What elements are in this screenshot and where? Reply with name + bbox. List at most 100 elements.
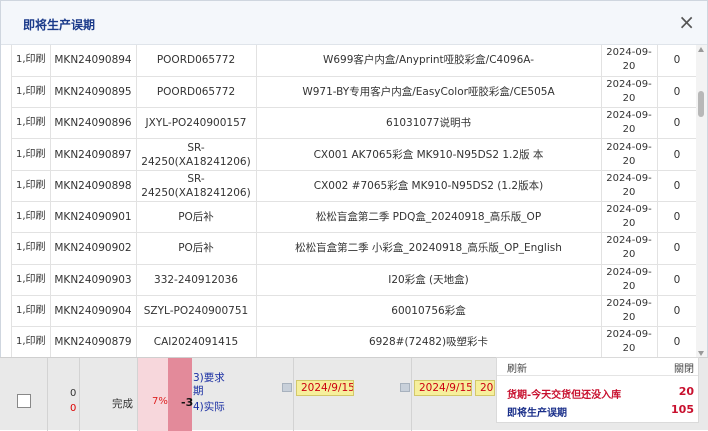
cell-code: MKN24090897 bbox=[50, 138, 137, 171]
notice-item-due-today[interactable]: 货期-今天交货但还没入库 bbox=[507, 386, 621, 401]
date-cell-1 bbox=[236, 358, 294, 431]
table-row[interactable]: 1,印刷 MKN24090903 332-240912036 I20彩盒 (天地盒) 2… bbox=[12, 264, 696, 296]
cell-num: 0 bbox=[657, 107, 696, 140]
cell-qty: 1,印刷 bbox=[12, 264, 51, 296]
percent-cell bbox=[138, 358, 168, 431]
delta-cell bbox=[168, 358, 192, 431]
table-row[interactable]: 1,印刷 MKN24090895 POORD065772 W971-BY专用客户内盒/… bbox=[12, 76, 696, 109]
cell-qty: 1,印刷 bbox=[12, 326, 51, 358]
cell-po: PO后补 bbox=[136, 232, 257, 265]
cell-code: MKN24090904 bbox=[50, 295, 137, 328]
table-body: 1,印刷 MKN24090894 POORD065772 W699客户内盒/Anypr… bbox=[12, 45, 696, 358]
count-a: 0 bbox=[70, 388, 77, 399]
cell-num: 0 bbox=[657, 326, 696, 358]
table-row[interactable]: 1,印刷 MKN24090897 SR-24250(XA18241206) CX001… bbox=[12, 138, 696, 171]
cell-product: W971-BY专用客户内盒/EasyColor哑胶彩盒/CE505A bbox=[256, 76, 602, 109]
close-icon[interactable]: × bbox=[678, 10, 695, 34]
cell-code: MKN24090903 bbox=[50, 264, 137, 296]
cell-date: 2024-09-20 bbox=[601, 232, 658, 265]
cell-po: POORD065772 bbox=[136, 76, 257, 109]
cell-po: PO后补 bbox=[136, 201, 257, 234]
cell-po: 332-240912036 bbox=[136, 264, 257, 296]
cell-code: MKN24090879 bbox=[50, 326, 137, 358]
table-row[interactable]: 1,印刷 MKN24090901 PO后补 松松盲盒第二季 PDQ盒_20240918… bbox=[12, 201, 696, 234]
table-row[interactable]: 1,印刷 MKN24090879 CAI2024091415 6928#(72482)… bbox=[12, 326, 696, 358]
row-checkbox[interactable] bbox=[17, 394, 31, 408]
cell-code: MKN24090898 bbox=[50, 170, 137, 202]
cell-product: CX002 #7065彩盒 MK910-N95DS2 (1.2版本) bbox=[256, 170, 602, 202]
cell-date: 2024-09-20 bbox=[601, 326, 658, 358]
dialog-title: 即将生产误期 bbox=[23, 18, 96, 32]
status-cell bbox=[80, 358, 138, 431]
cell-num: 0 bbox=[657, 138, 696, 171]
refresh-button[interactable]: 刷新 bbox=[507, 360, 527, 375]
cell-po: SR-24250(XA18241206) bbox=[136, 138, 257, 171]
notice-item-production-delay-count: 105 bbox=[671, 403, 694, 416]
table-scroll-area[interactable]: 1,印刷 MKN24090894 POORD065772 W699客户内盒/Anypr… bbox=[11, 45, 696, 358]
cell-date: 2024-09-20 bbox=[601, 295, 658, 328]
cell-date: 2024-09-20 bbox=[601, 107, 658, 140]
notice-item-due-today-count: 20 bbox=[678, 385, 694, 398]
cell-code: MKN24090895 bbox=[50, 76, 137, 109]
dialog-header: 即将生产误期 × bbox=[1, 1, 707, 45]
date-cell-2 bbox=[354, 358, 412, 431]
actual-date-label: 4)实际 bbox=[193, 401, 225, 413]
cell-date: 2024-09-20 bbox=[601, 170, 658, 202]
cell-po: SZYL-PO240900751 bbox=[136, 295, 257, 328]
cell-num: 0 bbox=[657, 45, 696, 77]
table-row[interactable]: 1,印刷 MKN24090902 PO后补 松松盲盒第二季 小彩盒_20240918_… bbox=[12, 232, 696, 265]
cell-qty: 1,印刷 bbox=[12, 295, 51, 328]
cell-qty: 1,印刷 bbox=[12, 138, 51, 171]
table-row[interactable]: 1,印刷 MKN24090894 POORD065772 W699客户内盒/Anypr… bbox=[12, 45, 696, 77]
calendar-icon[interactable] bbox=[400, 383, 410, 392]
cell-date: 2024-09-20 bbox=[601, 45, 658, 77]
cell-date: 2024-09-20 bbox=[601, 264, 658, 296]
cell-qty: 1,印刷 bbox=[12, 170, 51, 202]
table-row[interactable]: 1,印刷 MKN24090904 SZYL-PO240900751 60010756彩… bbox=[12, 295, 696, 328]
cell-num: 0 bbox=[657, 76, 696, 109]
cell-product: 60010756彩盒 bbox=[256, 295, 602, 328]
vertical-scrollbar[interactable] bbox=[696, 45, 707, 358]
cell-product: 61031077说明书 bbox=[256, 107, 602, 140]
date-field-3[interactable]: 20 bbox=[475, 380, 495, 396]
count-b: 0 bbox=[70, 403, 77, 414]
required-date-label: 3)要求期 bbox=[193, 372, 225, 397]
cell-code: MKN24090896 bbox=[50, 107, 137, 140]
close-button[interactable]: 關閉 bbox=[674, 360, 694, 375]
cell-qty: 1,印刷 bbox=[12, 232, 51, 265]
scroll-down-icon[interactable] bbox=[698, 351, 704, 356]
cell-qty: 1,印刷 bbox=[12, 107, 51, 140]
cell-num: 0 bbox=[657, 232, 696, 265]
cell-product: I20彩盒 (天地盒) bbox=[256, 264, 602, 296]
cell-num: 0 bbox=[657, 201, 696, 234]
table-row[interactable]: 1,印刷 MKN24090898 SR-24250(XA18241206) CX002… bbox=[12, 170, 696, 202]
calendar-icon[interactable] bbox=[282, 383, 292, 392]
notice-item-production-delay[interactable]: 即将生产误期 bbox=[507, 404, 567, 419]
delta-text: -3 bbox=[181, 396, 194, 409]
cell-qty: 1,印刷 bbox=[12, 76, 51, 109]
table-row[interactable]: 1,印刷 MKN24090896 JXYL-PO240900157 61031077说… bbox=[12, 107, 696, 140]
cell-po: JXYL-PO240900157 bbox=[136, 107, 257, 140]
date-field-2[interactable]: 2024/9/15 bbox=[414, 380, 472, 396]
cell-num: 0 bbox=[657, 170, 696, 202]
cell-qty: 1,印刷 bbox=[12, 45, 51, 77]
scrollbar-thumb[interactable] bbox=[698, 91, 704, 117]
cell-po: CAI2024091415 bbox=[136, 326, 257, 358]
cell-product: 6928#(72482)吸塑彩卡 bbox=[256, 326, 602, 358]
scroll-up-icon[interactable] bbox=[698, 47, 704, 52]
cell-num: 0 bbox=[657, 295, 696, 328]
cell-po: POORD065772 bbox=[136, 45, 257, 77]
cell-code: MKN24090902 bbox=[50, 232, 137, 265]
cell-product: 松松盲盒第二季 小彩盒_20240918_高乐版_OP_English bbox=[256, 232, 602, 265]
cell-date: 2024-09-20 bbox=[601, 138, 658, 171]
cell-product: 松松盲盒第二季 PDQ盒_20240918_高乐版_OP bbox=[256, 201, 602, 234]
cell-product: W699客户内盒/Anyprint哑胶彩盒/C4096A- bbox=[256, 45, 602, 77]
cell-code: MKN24090894 bbox=[50, 45, 137, 77]
notice-header: 刷新 關閉 bbox=[497, 358, 698, 376]
schedule-table: 1,印刷 MKN24090894 POORD065772 W699客户内盒/Anypr… bbox=[12, 45, 696, 358]
date-field-1[interactable]: 2024/9/15 bbox=[296, 380, 354, 396]
cell-product: CX001 AK7065彩盒 MK910-N95DS2 1.2版 本 bbox=[256, 138, 602, 171]
cell-date: 2024-09-20 bbox=[601, 201, 658, 234]
cell-date: 2024-09-20 bbox=[601, 76, 658, 109]
cell-num: 0 bbox=[657, 264, 696, 296]
